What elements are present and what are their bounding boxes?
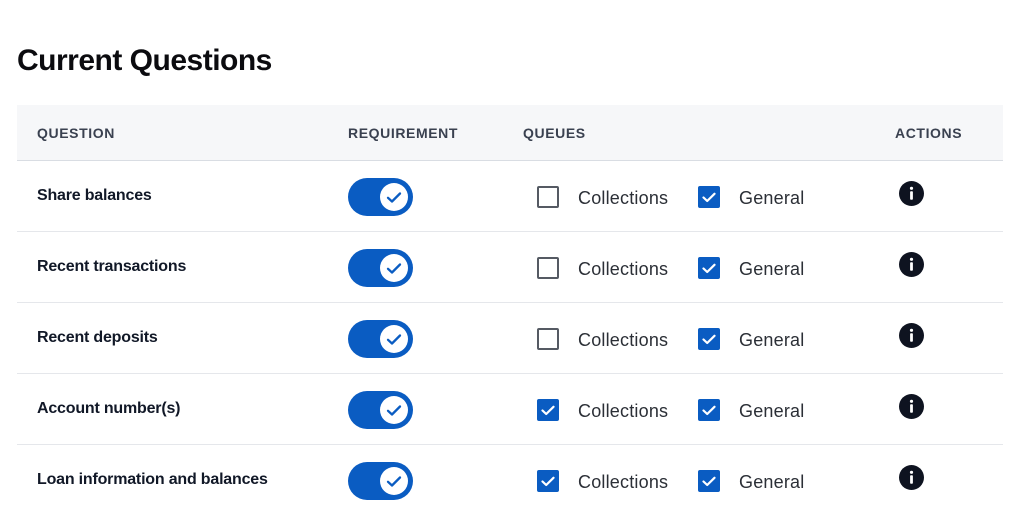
header-queues: QUEUES	[523, 125, 586, 141]
collections-label: Collections	[578, 472, 669, 492]
general-label: General	[739, 472, 805, 492]
table-row: Recent deposits Collections General	[17, 303, 1003, 374]
info-icon[interactable]	[899, 323, 924, 348]
collections-label: Collections	[578, 401, 669, 421]
info-icon[interactable]	[899, 181, 924, 206]
requirement-toggle[interactable]	[348, 178, 413, 216]
requirement-toggle[interactable]	[348, 249, 413, 287]
questions-table: QUESTION REQUIREMENT QUEUES ACTIONS Shar…	[17, 105, 1003, 508]
toggle-knob	[380, 396, 408, 424]
info-icon[interactable]	[899, 394, 924, 419]
check-icon	[386, 475, 402, 488]
collections-checkbox[interactable]	[537, 470, 559, 492]
check-icon	[702, 405, 716, 416]
collections-checkbox[interactable]	[537, 257, 559, 279]
collections-label: Collections	[578, 259, 669, 279]
table-header: QUESTION REQUIREMENT QUEUES ACTIONS	[17, 105, 1003, 161]
general-checkbox[interactable]	[698, 257, 720, 279]
general-label: General	[739, 259, 805, 279]
general-label: General	[739, 188, 805, 208]
question-label: Share balances	[37, 187, 152, 204]
toggle-knob	[380, 183, 408, 211]
question-label: Account number(s)	[37, 400, 181, 417]
toggle-knob	[380, 254, 408, 282]
question-label: Recent transactions	[37, 258, 187, 275]
check-icon	[386, 404, 402, 417]
general-label: General	[739, 330, 805, 350]
collections-checkbox[interactable]	[537, 186, 559, 208]
requirement-toggle[interactable]	[348, 462, 413, 500]
header-actions: ACTIONS	[895, 125, 963, 141]
table-row: Recent transactions Collections General	[17, 232, 1003, 303]
general-label: General	[739, 401, 805, 421]
check-icon	[702, 263, 716, 274]
info-icon[interactable]	[899, 465, 924, 490]
general-checkbox[interactable]	[698, 470, 720, 492]
requirement-toggle[interactable]	[348, 320, 413, 358]
table-row: Share balances Collections General	[17, 161, 1003, 232]
header-question: QUESTION	[37, 125, 115, 141]
collections-checkbox[interactable]	[537, 399, 559, 421]
check-icon	[702, 192, 716, 203]
toggle-knob	[380, 325, 408, 353]
toggle-knob	[380, 467, 408, 495]
info-icon[interactable]	[899, 252, 924, 277]
check-icon	[702, 476, 716, 487]
check-icon	[541, 405, 555, 416]
collections-checkbox[interactable]	[537, 328, 559, 350]
page-title: Current Questions	[17, 44, 272, 77]
check-icon	[702, 334, 716, 345]
table-body: Share balances Collections General Recen…	[17, 161, 1003, 508]
check-icon	[386, 191, 402, 204]
table-row: Account number(s) Collections General	[17, 374, 1003, 445]
header-requirement: REQUIREMENT	[348, 125, 459, 141]
check-icon	[541, 476, 555, 487]
collections-label: Collections	[578, 188, 669, 208]
question-label: Recent deposits	[37, 329, 158, 346]
requirement-toggle[interactable]	[348, 391, 413, 429]
check-icon	[386, 333, 402, 346]
collections-label: Collections	[578, 330, 669, 350]
table-row: Loan information and balances Collection…	[17, 445, 1003, 508]
general-checkbox[interactable]	[698, 328, 720, 350]
check-icon	[386, 262, 402, 275]
general-checkbox[interactable]	[698, 399, 720, 421]
general-checkbox[interactable]	[698, 186, 720, 208]
question-label: Loan information and balances	[37, 471, 268, 488]
